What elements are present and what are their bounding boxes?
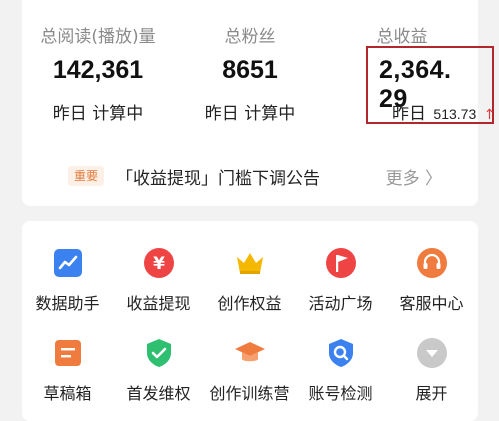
earnings-yesterday-label: 昨日 bbox=[392, 104, 426, 124]
flag-icon bbox=[326, 248, 356, 278]
fans-label: 总粉丝 bbox=[224, 27, 276, 47]
stats-card: 总阅读(播放)量 142,361 昨日 计算中 总粉丝 8651 昨日 计算中 … bbox=[22, 0, 495, 206]
document-icon bbox=[55, 340, 81, 366]
chart-icon bbox=[54, 249, 82, 277]
headset-icon bbox=[417, 248, 447, 278]
reads-value: 142,361 bbox=[52, 56, 144, 84]
earnings-yesterday-amount: 513.73 bbox=[433, 106, 477, 122]
notice-tag: 重要 bbox=[68, 166, 104, 186]
tool-label: 客服中心 bbox=[399, 294, 464, 313]
chevron-down-icon bbox=[417, 338, 447, 368]
shield-icon bbox=[147, 339, 171, 367]
earnings-yesterday: 昨日 513.73 ↑ bbox=[392, 99, 495, 124]
svg-text:¥: ¥ bbox=[153, 254, 165, 274]
arrow-up-icon: ↑ bbox=[483, 107, 496, 123]
reads-yesterday: 昨日 计算中 bbox=[52, 104, 144, 124]
graduation-cap-icon bbox=[235, 342, 265, 362]
notice-bar[interactable]: 重要 「收益提现」门槛下调公告 更多 〉 bbox=[58, 162, 442, 192]
more-link[interactable]: 更多 〉 bbox=[386, 164, 442, 189]
notice-text[interactable]: 「收益提现」门槛下调公告 bbox=[116, 164, 320, 189]
fans-yesterday: 昨日 计算中 bbox=[204, 104, 296, 124]
tools-card: 数据助手 ¥ 收益提现 创作权益 活动广场 客服中心 草稿箱 首发维权 创作训练… bbox=[22, 221, 478, 421]
crown-icon bbox=[237, 253, 263, 274]
search-icon bbox=[329, 339, 353, 367]
reads-label: 总阅读(播放)量 bbox=[40, 27, 156, 47]
yen-icon: ¥ bbox=[144, 248, 174, 278]
earnings-label: 总收益 bbox=[376, 27, 428, 47]
fans-value: 8651 bbox=[222, 56, 278, 84]
tool-label: 展开 bbox=[415, 384, 448, 403]
